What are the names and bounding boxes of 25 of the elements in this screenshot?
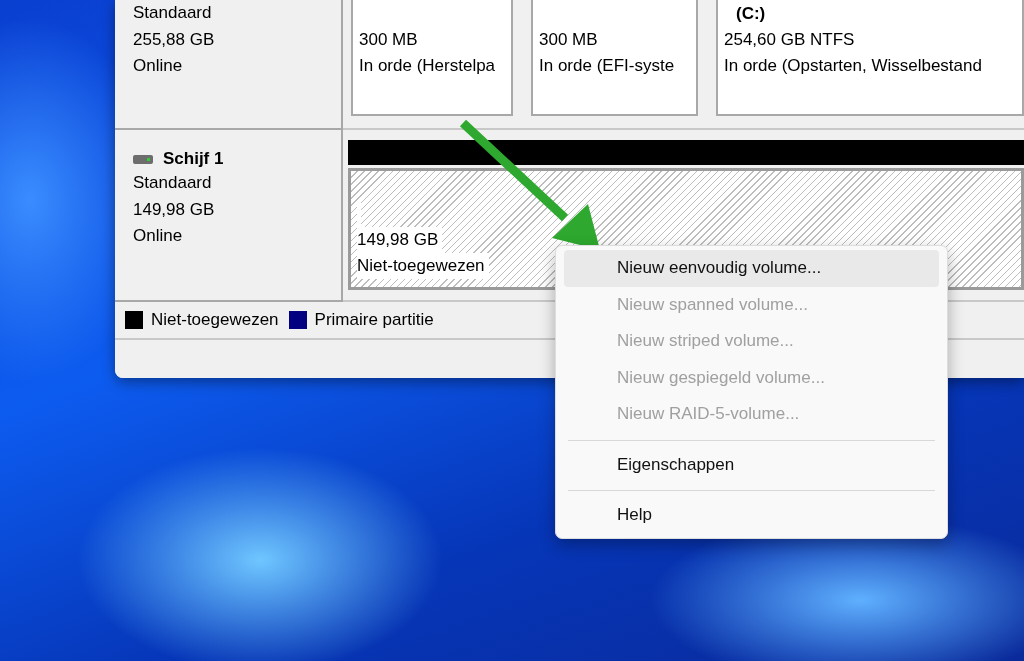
partition-label: (C:) (735, 3, 767, 25)
disk-status: Online (133, 225, 184, 247)
partition-status: Niet-toegewezen (357, 253, 489, 279)
disk-type: Standaard (133, 172, 213, 194)
disk-drive-icon (133, 154, 153, 164)
partition-box[interactable]: 300 MB In orde (EFI-syste (531, 0, 698, 116)
partition-size: 300 MB (359, 29, 419, 51)
legend-label: Primaire partitie (314, 310, 434, 330)
disk-name: Schijf 1 (163, 149, 224, 169)
disk-type: Standaard (133, 2, 213, 24)
partition-box[interactable]: (C:) 254,60 GB NTFS In orde (Opstarten, Wisselbestand (716, 0, 1024, 116)
disk-size: 149,98 GB (133, 198, 216, 221)
menu-item[interactable]: Eigenschappen (564, 446, 939, 483)
partition-status: In orde (Herstelpa (359, 55, 497, 77)
partition-size: 254,60 GB NTFS (724, 29, 856, 51)
menu-item[interactable]: Help (564, 497, 939, 534)
partition-status: In orde (Opstarten, Wisselbestand (724, 55, 983, 77)
legend-label: Niet-toegewezen (151, 310, 279, 330)
partition-size: 149,98 GB (357, 227, 443, 253)
partition-box[interactable]: 300 MB In orde (Herstelpa (351, 0, 513, 116)
partition-size: 300 MB (539, 29, 599, 51)
disk-status: Online (133, 55, 184, 77)
menu-item[interactable]: Nieuw eenvoudig volume... (564, 250, 939, 287)
partition-status: In orde (EFI-syste (539, 55, 676, 77)
disk-size: 255,88 GB (133, 28, 216, 51)
